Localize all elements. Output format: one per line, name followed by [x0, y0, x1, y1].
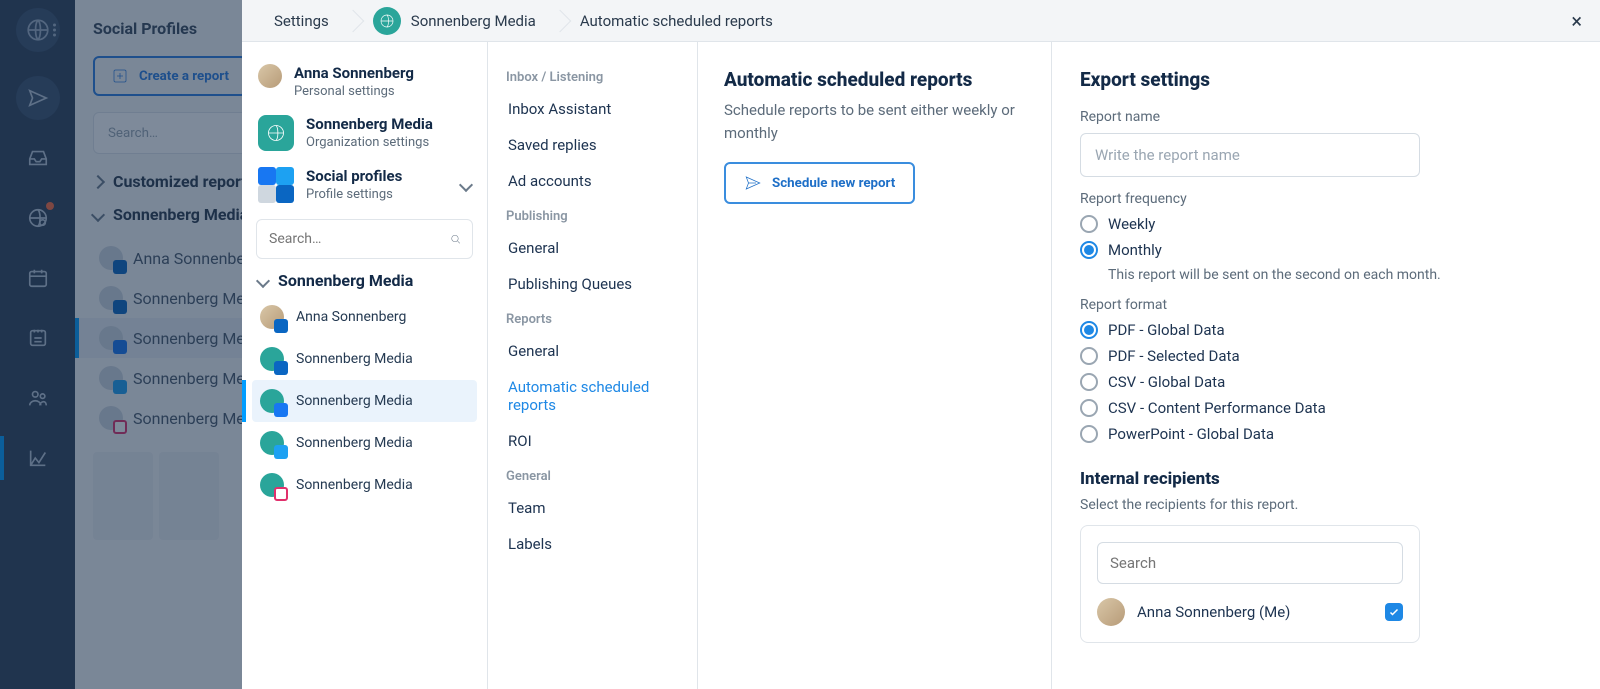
avatar [260, 431, 284, 455]
nav-organization[interactable]: Sonnenberg MediaOrganization settings [252, 107, 477, 159]
org-icon [373, 7, 401, 35]
submenu-item[interactable]: Publishing Queues [500, 266, 685, 302]
submenu-item[interactable]: ROI [500, 423, 685, 459]
recipients-box: Anna Sonnenberg (Me) [1080, 525, 1420, 643]
avatar [260, 389, 284, 413]
submenu-item[interactable]: Saved replies [500, 127, 685, 163]
profile-group[interactable]: Sonnenberg Media [258, 271, 471, 290]
frequency-radio[interactable]: Weekly [1080, 215, 1572, 233]
profile-search-input[interactable] [267, 230, 449, 248]
radio-icon [1080, 373, 1098, 391]
account-row[interactable]: Sonnenberg Media [252, 464, 477, 506]
submenu-item[interactable]: General [500, 230, 685, 266]
recipients-search-input[interactable] [1097, 542, 1403, 584]
account-name: Sonnenberg Media [296, 393, 413, 409]
submenu-header: Inbox / Listening [506, 70, 679, 85]
crumb-org[interactable]: Sonnenberg Media [351, 7, 558, 35]
radio-label: PDF - Selected Data [1108, 347, 1240, 365]
radio-label: Monthly [1108, 241, 1162, 259]
chevron-down-icon [459, 178, 473, 192]
submenu-header: General [506, 469, 679, 484]
radio-label: Weekly [1108, 215, 1155, 233]
settings-submenu: Inbox / Listening Inbox AssistantSaved re… [488, 42, 698, 689]
account-name: Anna Sonnenberg [296, 309, 406, 325]
radio-icon [1080, 399, 1098, 417]
search-icon [449, 230, 462, 248]
radio-icon [1080, 425, 1098, 443]
submenu-item[interactable]: Labels [500, 526, 685, 562]
account-name: Sonnenberg Media [296, 351, 413, 367]
account-name: Sonnenberg Media [296, 477, 413, 493]
radio-icon [1080, 215, 1098, 233]
checkbox-checked-icon[interactable] [1385, 603, 1403, 621]
avatar [1097, 598, 1125, 626]
profile-search[interactable] [256, 219, 473, 259]
radio-label: PowerPoint - Global Data [1108, 425, 1274, 443]
submenu-item[interactable]: Ad accounts [500, 163, 685, 199]
account-row[interactable]: Sonnenberg Media [252, 422, 477, 464]
settings-modal: Settings Sonnenberg Media Automatic sche… [242, 0, 1600, 689]
report-name-input[interactable] [1080, 133, 1420, 177]
nav-personal[interactable]: Anna SonnenbergPersonal settings [252, 56, 477, 107]
export-settings-panel: Export settings Report name Report frequ… [1052, 42, 1600, 689]
report-frequency-label: Report frequency [1080, 191, 1572, 207]
radio-label: CSV - Content Performance Data [1108, 399, 1326, 417]
radio-label: PDF - Global Data [1108, 321, 1225, 339]
format-radio[interactable]: CSV - Content Performance Data [1080, 399, 1572, 417]
account-row[interactable]: Sonnenberg Media [252, 338, 477, 380]
avatar [260, 347, 284, 371]
submenu-item[interactable]: Team [500, 490, 685, 526]
schedule-new-report-button[interactable]: Schedule new report [724, 162, 915, 204]
crumb-settings[interactable]: Settings [252, 12, 351, 30]
recipient-name: Anna Sonnenberg (Me) [1137, 603, 1373, 621]
center-title: Automatic scheduled reports [724, 68, 1025, 91]
report-format-label: Report format [1080, 297, 1572, 313]
radio-icon [1080, 321, 1098, 339]
avatar [260, 473, 284, 497]
frequency-hint: This report will be sent on the second o… [1108, 267, 1572, 283]
center-panel: Automatic scheduled reports Schedule rep… [698, 42, 1052, 689]
submenu-header: Publishing [506, 209, 679, 224]
avatar [260, 305, 284, 329]
format-radio[interactable]: CSV - Global Data [1080, 373, 1572, 391]
radio-icon [1080, 347, 1098, 365]
recipients-title: Internal recipients [1080, 469, 1572, 489]
chevron-down-icon [256, 273, 270, 287]
format-radio[interactable]: PowerPoint - Global Data [1080, 425, 1572, 443]
recipient-row[interactable]: Anna Sonnenberg (Me) [1097, 598, 1403, 626]
radio-label: CSV - Global Data [1108, 373, 1225, 391]
frequency-radio[interactable]: Monthly [1080, 241, 1572, 259]
submenu-item[interactable]: General [500, 333, 685, 369]
format-radio[interactable]: PDF - Selected Data [1080, 347, 1572, 365]
account-name: Sonnenberg Media [296, 435, 413, 451]
center-desc: Schedule reports to be sent either weekl… [724, 99, 1025, 144]
recipients-desc: Select the recipients for this report. [1080, 497, 1572, 513]
settings-nav: Anna SonnenbergPersonal settings Sonnenb… [242, 42, 488, 689]
org-avatar-icon [258, 115, 294, 151]
submenu-header: Reports [506, 312, 679, 327]
breadcrumb: Settings Sonnenberg Media Automatic sche… [242, 0, 1600, 42]
report-name-label: Report name [1080, 109, 1572, 125]
avatar [258, 64, 282, 88]
format-radio[interactable]: PDF - Global Data [1080, 321, 1572, 339]
account-row[interactable]: Anna Sonnenberg [252, 296, 477, 338]
radio-icon [1080, 241, 1098, 259]
export-title: Export settings [1080, 68, 1572, 91]
nav-social-profiles[interactable]: Social profilesProfile settings [252, 159, 477, 211]
social-profiles-icon [258, 167, 294, 203]
crumb-page: Automatic scheduled reports [558, 12, 795, 30]
submenu-item[interactable]: Inbox Assistant [500, 91, 685, 127]
submenu-item[interactable]: Automatic scheduled reports [500, 369, 685, 423]
account-row[interactable]: Sonnenberg Media [252, 380, 477, 422]
close-icon[interactable]: × [1563, 9, 1590, 33]
